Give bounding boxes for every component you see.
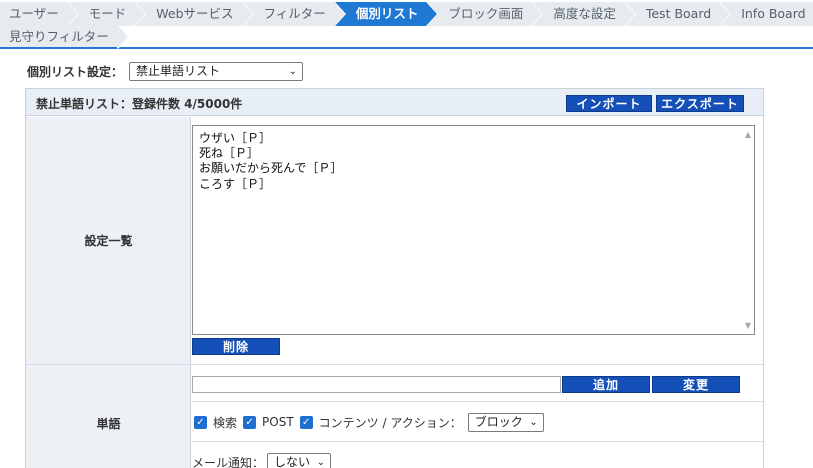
export-button[interactable]: エクスポート (656, 95, 744, 112)
list-item: お願いだから死んで［Ｐ］ (199, 161, 343, 175)
tab-advanced-settings[interactable]: 高度な設定 (532, 2, 636, 26)
list-setting-label: 個別リスト設定： (27, 64, 124, 79)
mail-notify-row: メール通知： しない ⌄ (192, 452, 332, 468)
tab-block-screen[interactable]: ブロック画面 (427, 2, 544, 26)
post-checkbox[interactable]: ✓ (243, 415, 257, 429)
word-label: 単語 (96, 417, 121, 431)
word-input[interactable] (192, 376, 561, 393)
nav-tabs: ユーザー モード Webサービス フィルター 個別リスト ブロック画面 高度な設… (0, 0, 813, 50)
chevron-down-icon: ⌄ (288, 65, 298, 77)
tab-test-board[interactable]: Test Board (624, 2, 732, 26)
search-checkbox[interactable]: ✓ (194, 415, 207, 429)
scroll-down-icon[interactable]: ▼ (745, 321, 751, 330)
list-item: ころす［Ｐ］ (199, 177, 272, 191)
action-select-value: ブロック (474, 414, 523, 429)
word-options-row: ✓ 検索 ✓ POST ✓ コンテンツ / アクション： ブロック ⌄ (194, 412, 544, 432)
tab-users[interactable]: ユーザー (0, 2, 79, 26)
mail-notify-label: メール通知： (192, 455, 265, 468)
action-select[interactable]: ブロック ⌄ (467, 412, 544, 432)
list-setting-value: 禁止単語リスト (136, 63, 221, 78)
list-setting-select[interactable]: 禁止単語リスト ⌄ (129, 61, 304, 81)
change-button[interactable]: 変更 (652, 376, 740, 393)
chevron-down-icon: ⌄ (529, 416, 538, 428)
import-button[interactable]: インポート (566, 95, 652, 112)
delete-button[interactable]: 削除 (192, 338, 280, 355)
row-divider (26, 364, 763, 365)
tab-info-board[interactable]: Info Board (720, 2, 813, 26)
scroll-up-icon[interactable]: ▲ (745, 130, 751, 139)
content-checkbox-label: コンテンツ / アクション： (318, 415, 462, 430)
option-divider (192, 441, 763, 442)
settings-list-label: 設定一覧 (84, 234, 133, 248)
mail-notify-value: しない (274, 454, 311, 468)
panel-header: 禁止単語リスト：登録件数 4/5000件 インポート エクスポート (26, 89, 763, 116)
tab-filter[interactable]: フィルター (242, 2, 347, 26)
tab-row-2: 見守りフィルター (0, 25, 129, 49)
content-checkbox[interactable]: ✓ (299, 415, 313, 429)
word-list-panel: 禁止単語リスト：登録件数 4/5000件 インポート エクスポート 設定一覧 ウ… (25, 88, 764, 468)
panel-title: 禁止単語リスト：登録件数 4/5000件 (36, 97, 243, 111)
tab-row-1: ユーザー モード Webサービス フィルター 個別リスト ブロック画面 高度な設… (0, 2, 813, 26)
chevron-down-icon: ⌄ (316, 456, 326, 468)
post-checkbox-label: POST (262, 415, 294, 429)
tab-individual-list[interactable]: 個別リスト (334, 2, 438, 26)
mail-notify-select[interactable]: しない ⌄ (267, 452, 332, 468)
settings-list-textarea[interactable]: ウザい［Ｐ］ 死ね［Ｐ］ お願いだから死んで［Ｐ］ ころす［Ｐ］ ▲ ▼ (192, 125, 755, 335)
tab-watch-filter[interactable]: 見守りフィルター (0, 25, 129, 49)
tab-web-services[interactable]: Webサービス (135, 2, 254, 26)
add-button[interactable]: 追加 (562, 376, 650, 393)
option-divider (192, 401, 763, 402)
search-checkbox-label: 検索 (213, 415, 238, 430)
list-setting-row: 個別リスト設定： 禁止単語リスト ⌄ (27, 61, 304, 81)
